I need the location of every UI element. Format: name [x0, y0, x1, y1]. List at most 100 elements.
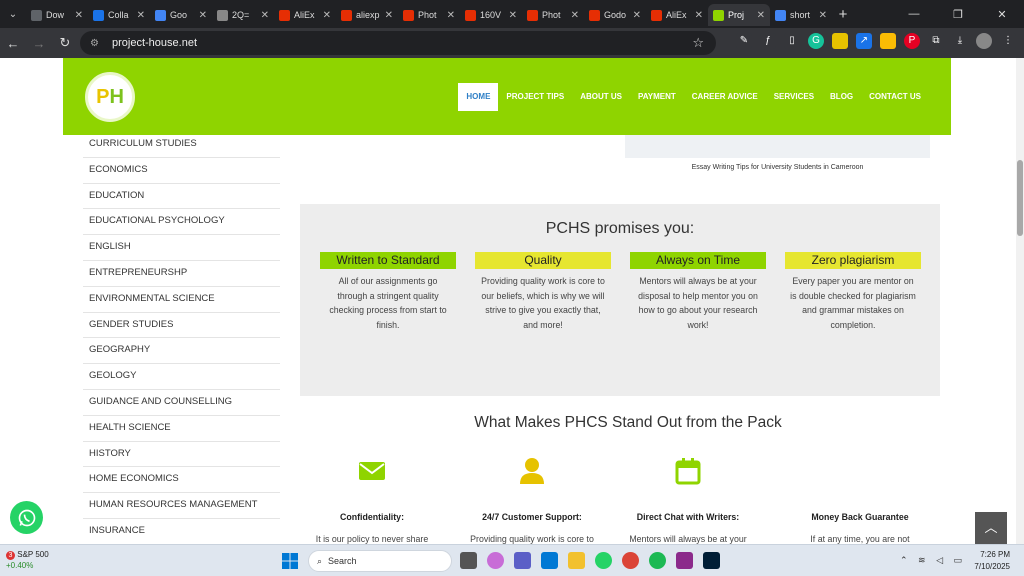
page-scrollbar[interactable]: [1016, 58, 1024, 544]
browser-tab[interactable]: Dow ✕: [26, 4, 88, 26]
tab-close-icon[interactable]: ✕: [385, 10, 393, 21]
extensions-puzzle-icon[interactable]: ⧉: [928, 33, 944, 49]
system-tray-icons[interactable]: ⌃ ≋ ◁ ▭: [900, 555, 966, 566]
tab-close-icon[interactable]: ✕: [323, 10, 331, 21]
sidebar-category-link[interactable]: EDUCATION: [83, 184, 280, 210]
pinterest-icon[interactable]: P: [904, 33, 920, 49]
teams-icon[interactable]: [514, 552, 531, 569]
file-explorer-icon[interactable]: [568, 552, 585, 569]
formula-icon[interactable]: ƒ: [760, 33, 776, 49]
sidebar-category-link[interactable]: ENTREPRENEURSHP: [83, 261, 280, 287]
clock-time: 7:26 PM: [980, 550, 1010, 559]
grammarly-icon[interactable]: G: [808, 33, 824, 49]
sidebar-category-link[interactable]: ENGLISH: [83, 235, 280, 261]
sidebar-category-link[interactable]: INSURANCE: [83, 519, 280, 544]
store-icon[interactable]: [541, 552, 558, 569]
pen-icon[interactable]: ✎: [736, 33, 752, 49]
browser-tab[interactable]: 160V ✕: [460, 4, 522, 26]
tab-close-icon[interactable]: ✕: [695, 10, 703, 21]
restore-icon[interactable]: ❐: [936, 8, 980, 21]
sidebar-category-link[interactable]: CURRICULUM STUDIES: [83, 132, 280, 158]
browser-tab[interactable]: Godo ✕: [584, 4, 646, 26]
site-info-icon[interactable]: ⚙: [90, 38, 104, 49]
browser-tab[interactable]: Colla ✕: [88, 4, 150, 26]
extension-yellow-icon[interactable]: [832, 33, 848, 49]
browser-tab[interactable]: aliexp ✕: [336, 4, 398, 26]
tab-close-icon[interactable]: ✕: [633, 10, 641, 21]
nav-item-about-us[interactable]: ABOUT US: [572, 83, 630, 111]
browser-tab[interactable]: short ✕: [770, 4, 832, 26]
browser-tab[interactable]: AliEx ✕: [274, 4, 336, 26]
nav-item-project-tips[interactable]: PROJECT TIPS: [498, 83, 572, 111]
download-icon[interactable]: ⤓: [952, 33, 968, 49]
scroll-to-top-button[interactable]: ︿: [975, 512, 1007, 544]
nav-item-blog[interactable]: BLOG: [822, 83, 861, 111]
forward-icon[interactable]: →: [26, 36, 52, 51]
sidebar-category-link[interactable]: GEOGRAPHY: [83, 338, 280, 365]
address-bar[interactable]: ⚙ project-house.net ☆: [80, 31, 716, 55]
sidebar-category-link[interactable]: HEALTH SCIENCE: [83, 416, 280, 442]
phone-icon[interactable]: ▯: [784, 33, 800, 49]
tab-close-icon[interactable]: ✕: [447, 10, 455, 21]
browser-tab[interactable]: Goo ✕: [150, 4, 212, 26]
browser-tab[interactable]: Proj ✕: [708, 4, 770, 26]
chrome-icon[interactable]: [622, 552, 639, 569]
new-tab-button[interactable]: +: [832, 6, 854, 23]
taskbar-search[interactable]: ⌕ Search: [308, 550, 452, 572]
extension-blue-icon[interactable]: ↗: [856, 33, 872, 49]
whatsapp-chat-button[interactable]: [10, 501, 43, 534]
nav-item-career-advice[interactable]: CAREER ADVICE: [684, 83, 766, 111]
sidebar-category-link[interactable]: GUIDANCE AND COUNSELLING: [83, 390, 280, 416]
tab-search-chevron-icon[interactable]: ⌄: [0, 9, 26, 20]
bookmark-star-icon[interactable]: ☆: [692, 35, 704, 51]
sidebar-category-link[interactable]: HOME ECONOMICS: [83, 467, 280, 494]
sidebar-category-link[interactable]: GENDER STUDIES: [83, 313, 280, 339]
whatsapp-app-icon[interactable]: [595, 552, 612, 569]
close-window-icon[interactable]: ✕: [980, 8, 1024, 21]
tab-close-icon[interactable]: ✕: [757, 10, 765, 21]
photoshop-icon[interactable]: [703, 552, 720, 569]
browser-tab[interactable]: 2Q= ✕: [212, 4, 274, 26]
sidebar-category-link[interactable]: GEOLOGY: [83, 364, 280, 390]
window-controls: — ❐ ✕: [892, 0, 1024, 28]
windows-start-icon[interactable]: [282, 553, 298, 569]
tab-close-icon[interactable]: ✕: [75, 10, 83, 21]
tab-favicon-icon: [155, 9, 166, 21]
sidebar-category-link[interactable]: EDUCATIONAL PSYCHOLOGY: [83, 209, 280, 236]
sidebar-category-link[interactable]: HISTORY: [83, 442, 280, 468]
minimize-icon[interactable]: —: [892, 8, 936, 20]
keep-icon[interactable]: [880, 33, 896, 49]
stock-widget[interactable]: 3 S&P 500 +0.40%: [6, 549, 49, 571]
menu-dots-icon[interactable]: ⋮: [1000, 33, 1016, 49]
task-view-icon[interactable]: [460, 552, 477, 569]
tab-close-icon[interactable]: ✕: [819, 10, 827, 21]
tab-close-icon[interactable]: ✕: [137, 10, 145, 21]
back-icon[interactable]: ←: [0, 36, 26, 51]
nav-item-home[interactable]: HOME: [458, 83, 499, 111]
site-logo[interactable]: PH: [85, 72, 135, 122]
tab-title: AliEx: [666, 10, 687, 20]
tab-close-icon[interactable]: ✕: [261, 10, 269, 21]
standout-feature: Money Back Guarantee If at any time, you…: [790, 456, 930, 544]
browser-tab[interactable]: AliEx ✕: [646, 4, 708, 26]
tab-title: Phot: [418, 10, 437, 20]
spotify-icon[interactable]: [649, 552, 666, 569]
winrar-icon[interactable]: [676, 552, 693, 569]
tab-close-icon[interactable]: ✕: [509, 10, 517, 21]
tab-close-icon[interactable]: ✕: [199, 10, 207, 21]
sidebar-category-link[interactable]: ECONOMICS: [83, 158, 280, 184]
tab-close-icon[interactable]: ✕: [571, 10, 579, 21]
copilot-icon[interactable]: [487, 552, 504, 569]
promise-heading: PCHS promises you:: [545, 220, 695, 237]
nav-item-payment[interactable]: PAYMENT: [630, 83, 684, 111]
profile-avatar-icon[interactable]: [976, 33, 992, 49]
browser-tab[interactable]: Phot ✕: [398, 4, 460, 26]
scrollbar-thumb[interactable]: [1017, 160, 1023, 236]
sidebar-category-link[interactable]: ENVIRONMENTAL SCIENCE: [83, 287, 280, 313]
reload-icon[interactable]: ↻: [52, 35, 78, 51]
nav-item-contact-us[interactable]: CONTACT US: [861, 83, 929, 111]
browser-tab[interactable]: Phot ✕: [522, 4, 584, 26]
nav-item-services[interactable]: SERVICES: [766, 83, 822, 111]
taskbar-clock[interactable]: 7:26 PM 7/10/2025: [974, 549, 1010, 573]
sidebar-category-link[interactable]: HUMAN RESOURCES MANAGEMENT: [83, 493, 280, 519]
